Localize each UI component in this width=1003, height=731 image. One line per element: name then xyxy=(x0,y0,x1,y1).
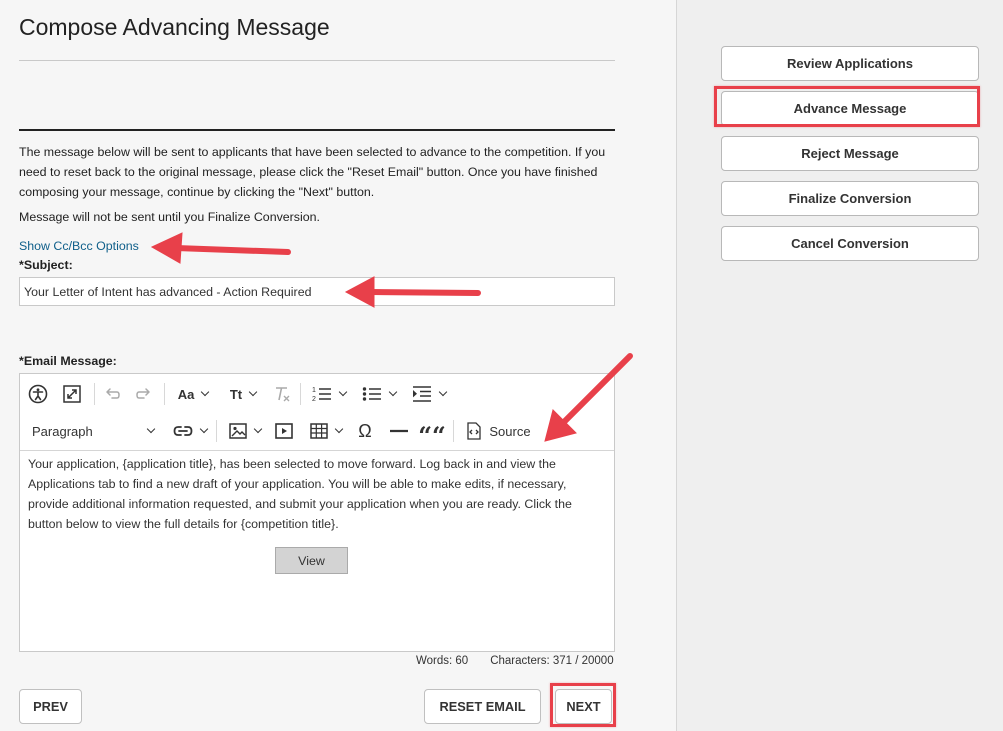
image-icon[interactable] xyxy=(223,418,267,444)
intro-text: The message below will be sent to applic… xyxy=(19,145,606,199)
heading-label: Paragraph xyxy=(32,423,93,439)
sidebar-item-cancel-conversion[interactable]: Cancel Conversion xyxy=(721,226,979,261)
source-label: Source xyxy=(489,423,531,439)
undo-icon[interactable] xyxy=(100,381,124,407)
omega-icon: Ω xyxy=(358,420,372,441)
bulleted-list-icon[interactable] xyxy=(357,381,401,407)
quote-glyph: ““ xyxy=(418,420,446,450)
word-count: Words: 60 Characters: 371 / 20000 xyxy=(416,655,614,667)
email-editor: Aa Tt 12 Paragraph Ω ““ Source Your appl… xyxy=(19,373,615,652)
source-button[interactable]: Source xyxy=(462,418,534,444)
email-body[interactable]: Your application, {application title}, h… xyxy=(28,454,608,534)
toolbar-separator xyxy=(216,420,217,442)
email-message-label: *Email Message: xyxy=(19,354,117,368)
numbered-list-icon[interactable]: 12 xyxy=(307,381,351,407)
toolbar-separator xyxy=(300,383,301,405)
page-title: Compose Advancing Message xyxy=(19,14,330,40)
svg-text:2: 2 xyxy=(312,396,316,403)
character-count-label: Characters: 371 / 20000 xyxy=(490,655,614,667)
table-icon[interactable] xyxy=(304,418,348,444)
show-cc-bcc-link[interactable]: Show Cc/Bcc Options xyxy=(19,239,139,253)
sidebar-item-finalize-conversion[interactable]: Finalize Conversion xyxy=(721,181,979,216)
indent-icon[interactable] xyxy=(407,381,451,407)
toolbar-separator xyxy=(164,383,165,405)
toolbar-separator xyxy=(94,383,95,405)
media-icon[interactable] xyxy=(272,418,296,444)
finalize-note: Message will not be sent until you Final… xyxy=(19,210,320,224)
font-size-dropdown[interactable]: Tt xyxy=(223,381,263,407)
blockquote-icon[interactable]: ““ xyxy=(418,418,446,450)
word-count-label: Words: 60 xyxy=(416,655,469,667)
prev-button[interactable]: PREV xyxy=(19,689,82,724)
clear-format-icon[interactable] xyxy=(270,381,294,407)
reset-email-button[interactable]: RESET EMAIL xyxy=(424,689,541,724)
editor-toolbar: Aa Tt 12 Paragraph Ω ““ Source xyxy=(20,374,614,451)
sidebar-item-reject-message[interactable]: Reject Message xyxy=(721,136,979,171)
subject-label: *Subject: xyxy=(19,258,73,272)
source-icon xyxy=(467,422,482,440)
title-divider xyxy=(19,60,615,61)
heading-dropdown[interactable]: Paragraph xyxy=(26,418,158,444)
subject-input[interactable] xyxy=(19,277,615,306)
toolbar-separator xyxy=(453,420,454,442)
view-button[interactable]: View xyxy=(275,547,348,574)
redo-icon[interactable] xyxy=(132,381,156,407)
font-size-label: Tt xyxy=(229,386,243,402)
font-family-dropdown[interactable]: Aa xyxy=(173,381,213,407)
link-icon[interactable] xyxy=(168,418,212,444)
compose-panel: Compose Advancing Message The message be… xyxy=(0,0,676,731)
sidebar-item-advance-message[interactable]: Advance Message xyxy=(721,91,979,126)
svg-text:1: 1 xyxy=(312,387,316,394)
sidebar-item-review-applications[interactable]: Review Applications xyxy=(721,46,979,81)
accessibility-icon[interactable] xyxy=(26,381,50,407)
next-button[interactable]: NEXT xyxy=(555,689,612,724)
special-character-button[interactable]: Ω xyxy=(353,418,377,444)
horizontal-line-icon[interactable] xyxy=(387,418,411,444)
section-divider xyxy=(19,129,615,131)
font-family-label: Aa xyxy=(177,386,195,402)
maximize-icon[interactable] xyxy=(60,381,84,407)
